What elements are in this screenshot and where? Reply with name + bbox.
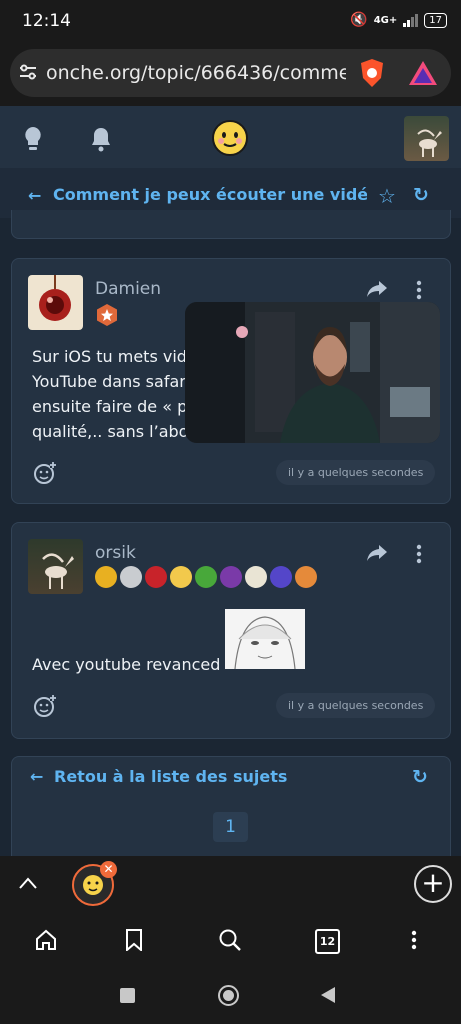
- recent-apps-icon[interactable]: [120, 988, 135, 1003]
- badge-palette: [295, 566, 317, 588]
- bookmark-icon[interactable]: [125, 929, 143, 955]
- site-settings-icon[interactable]: [18, 62, 38, 86]
- mute-icon: 🔇: [350, 12, 368, 28]
- rank-badge: [95, 566, 117, 588]
- topic-title[interactable]: Comment je peux écouter une vidéo yo: [53, 185, 367, 204]
- previous-post-card: [11, 210, 451, 239]
- badge-row: [95, 566, 320, 588]
- badge-moon: [270, 566, 292, 588]
- add-reaction-icon[interactable]: [33, 461, 57, 489]
- status-icons: 🔇 4G+ 17: [350, 12, 447, 28]
- tab-count-button[interactable]: 12: [315, 929, 340, 954]
- refresh-icon[interactable]: ↻: [412, 766, 428, 788]
- lightbulb-icon[interactable]: [22, 126, 44, 156]
- more-options-icon[interactable]: [416, 544, 422, 568]
- refresh-icon[interactable]: ↻: [413, 184, 429, 206]
- back-triangle-icon[interactable]: [320, 986, 336, 1008]
- battery-icon: 17: [424, 12, 447, 28]
- picture-in-picture-video[interactable]: [185, 302, 440, 443]
- user-avatar[interactable]: [404, 116, 449, 161]
- page-number-button[interactable]: 1: [213, 812, 248, 842]
- badge-p: [145, 566, 167, 588]
- favorite-star-icon[interactable]: ☆: [378, 184, 396, 208]
- post-author[interactable]: orsik: [95, 543, 136, 563]
- post-timestamp: il y a quelques secondes: [276, 693, 436, 718]
- url-text[interactable]: onche.org/topic/666436/comment-j: [46, 62, 346, 84]
- brave-shields-icon[interactable]: [358, 58, 386, 92]
- back-arrow-icon[interactable]: ←: [30, 767, 43, 786]
- badge-character: [220, 566, 242, 588]
- badge-green: [195, 566, 217, 588]
- post-sticker[interactable]: [225, 609, 305, 669]
- close-tab-icon[interactable]: ✕: [100, 861, 117, 878]
- post-avatar[interactable]: [28, 539, 83, 594]
- search-icon[interactable]: [218, 928, 242, 956]
- signal-icon: [403, 13, 419, 27]
- site-logo[interactable]: [211, 119, 249, 161]
- menu-icon[interactable]: [411, 930, 417, 954]
- brave-rewards-icon[interactable]: [408, 60, 438, 90]
- rank-badge: [95, 303, 119, 331]
- post-author[interactable]: Damien: [95, 279, 161, 299]
- new-tab-icon[interactable]: +: [414, 865, 452, 903]
- back-to-list-link[interactable]: Retou à la liste des sujets: [54, 767, 287, 786]
- badge-portrait: [120, 566, 142, 588]
- badge-sun: [245, 566, 267, 588]
- status-bar: 12:14 🔇 4G+ 17: [0, 0, 461, 44]
- bell-icon[interactable]: [90, 126, 112, 156]
- chevron-up-icon[interactable]: [18, 875, 38, 894]
- network-label: 4G+: [373, 14, 398, 26]
- home-circle-icon[interactable]: [218, 985, 239, 1006]
- post-timestamp: il y a quelques secondes: [276, 460, 436, 485]
- badge-smiley: [170, 566, 192, 588]
- add-reaction-icon[interactable]: [33, 694, 57, 722]
- post-avatar[interactable]: [28, 275, 83, 330]
- post-text: Avec youtube revanced: [32, 655, 221, 674]
- share-icon[interactable]: [366, 544, 388, 566]
- share-icon[interactable]: [366, 280, 388, 302]
- more-options-icon[interactable]: [416, 280, 422, 304]
- home-icon[interactable]: [35, 929, 57, 955]
- back-arrow-icon[interactable]: ←: [28, 186, 41, 205]
- status-time: 12:14: [22, 11, 71, 31]
